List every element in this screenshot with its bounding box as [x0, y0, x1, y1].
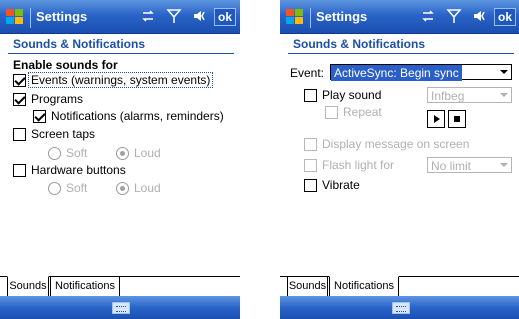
hardware-soft-label: Soft [66, 181, 88, 195]
title-separator [310, 8, 311, 28]
stop-icon [454, 116, 460, 122]
events-label: Events (warnings, system events) [27, 72, 214, 88]
display-message-option[interactable]: Display message on screen [304, 137, 469, 151]
flash-light-label: Flash light for [322, 158, 395, 172]
notifications-option[interactable]: Notifications (alarms, reminders) [33, 109, 224, 123]
tab-sounds[interactable]: Sounds [7, 276, 49, 297]
stop-button[interactable] [448, 110, 466, 128]
flash-light-checkbox[interactable] [304, 158, 317, 172]
flash-light-option[interactable]: Flash light for [304, 158, 394, 172]
hardware-buttons-checkbox[interactable] [13, 163, 26, 177]
play-icon [434, 115, 440, 123]
event-label: Event: [290, 66, 325, 80]
sound-dropdown[interactable]: Infbeg [427, 87, 512, 103]
play-sound-checkbox[interactable] [304, 88, 317, 102]
sounds-tab-screen: Settings ok Sounds & Notifications Enabl… [0, 0, 240, 319]
header-divider [288, 53, 514, 54]
display-message-checkbox[interactable] [304, 137, 317, 151]
play-sound-label: Play sound [322, 88, 382, 102]
event-dropdown-value: ActiveSync: Begin sync [331, 65, 462, 81]
windows-start-icon[interactable] [5, 8, 25, 26]
tab-notifications[interactable]: Notifications [50, 276, 120, 297]
window-title: Settings [316, 9, 368, 24]
vibrate-checkbox[interactable] [304, 178, 317, 192]
play-sound-option[interactable]: Play sound [304, 88, 381, 102]
keyboard-icon[interactable] [112, 302, 130, 314]
screen-taps-loud-label: Loud [134, 146, 161, 160]
events-checkbox[interactable] [13, 73, 26, 87]
notifications-tab-screen: Settings ok Sounds & Notifications Event… [280, 0, 519, 319]
connectivity-icon[interactable] [420, 8, 436, 24]
hardware-soft-option[interactable]: Soft [48, 181, 87, 195]
windows-start-icon[interactable] [285, 8, 305, 26]
menu-bar [280, 296, 519, 319]
chevron-down-icon[interactable] [500, 93, 508, 97]
event-row: Event: [290, 66, 324, 80]
screen-taps-checkbox[interactable] [13, 127, 26, 141]
vibrate-option[interactable]: Vibrate [304, 178, 360, 192]
screen-taps-option[interactable]: Screen taps [13, 127, 95, 141]
status-icons [140, 8, 208, 24]
chevron-down-icon[interactable] [500, 163, 508, 167]
programs-checkbox[interactable] [13, 92, 26, 106]
window-title: Settings [36, 9, 88, 24]
keyboard-icon[interactable] [392, 302, 410, 314]
speaker-icon[interactable] [192, 8, 208, 24]
title-bar: Settings ok [280, 0, 519, 34]
hardware-loud-radio[interactable] [116, 181, 129, 195]
signal-icon[interactable] [166, 8, 182, 24]
hardware-loud-option[interactable]: Loud [116, 181, 161, 195]
hardware-buttons-option[interactable]: Hardware buttons [13, 163, 126, 177]
screen-taps-label: Screen taps [31, 127, 96, 141]
programs-option[interactable]: Programs [13, 92, 83, 106]
sound-dropdown-value: Infbeg [431, 89, 465, 103]
title-separator [30, 8, 31, 28]
display-message-label: Display message on screen [322, 137, 470, 151]
signal-icon[interactable] [446, 8, 462, 24]
page-header: Sounds & Notifications [293, 37, 425, 51]
vibrate-label: Vibrate [322, 178, 360, 192]
tab-strip: Sounds Notifications [0, 276, 240, 297]
repeat-label: Repeat [343, 105, 382, 119]
events-option[interactable]: Events (warnings, system events) [13, 72, 214, 88]
screen-taps-soft-option[interactable]: Soft [48, 146, 87, 160]
screen-taps-loud-option[interactable]: Loud [116, 146, 161, 160]
title-bar: Settings ok [0, 0, 240, 34]
notifications-label: Notifications (alarms, reminders) [51, 109, 224, 123]
tab-notifications[interactable]: Notifications [329, 276, 399, 297]
ok-button[interactable]: ok [214, 8, 236, 26]
screen-taps-soft-radio[interactable] [48, 146, 61, 160]
notifications-checkbox[interactable] [33, 109, 46, 123]
page-header: Sounds & Notifications [13, 37, 145, 51]
screen-taps-loud-radio[interactable] [116, 146, 129, 160]
flash-duration-dropdown[interactable]: No limit [427, 157, 512, 173]
menu-bar [0, 296, 240, 319]
speaker-icon[interactable] [472, 8, 488, 24]
screen-taps-soft-label: Soft [66, 146, 88, 160]
section-title: Enable sounds for [13, 58, 118, 72]
hardware-loud-label: Loud [134, 181, 161, 195]
status-icons [420, 8, 488, 24]
programs-label: Programs [31, 92, 84, 106]
tab-strip: Sounds Notifications [280, 276, 519, 297]
ok-button[interactable]: ok [494, 8, 516, 26]
chevron-down-icon[interactable] [500, 70, 508, 74]
connectivity-icon[interactable] [140, 8, 156, 24]
hardware-soft-radio[interactable] [48, 181, 61, 195]
tab-sounds[interactable]: Sounds [287, 276, 328, 297]
repeat-option[interactable]: Repeat [325, 105, 382, 119]
event-dropdown[interactable]: ActiveSync: Begin sync [330, 64, 512, 81]
header-divider [8, 53, 234, 54]
flash-duration-value: No limit [431, 159, 472, 173]
hardware-buttons-label: Hardware buttons [31, 163, 126, 177]
repeat-checkbox[interactable] [325, 105, 338, 119]
play-button[interactable] [427, 110, 445, 128]
